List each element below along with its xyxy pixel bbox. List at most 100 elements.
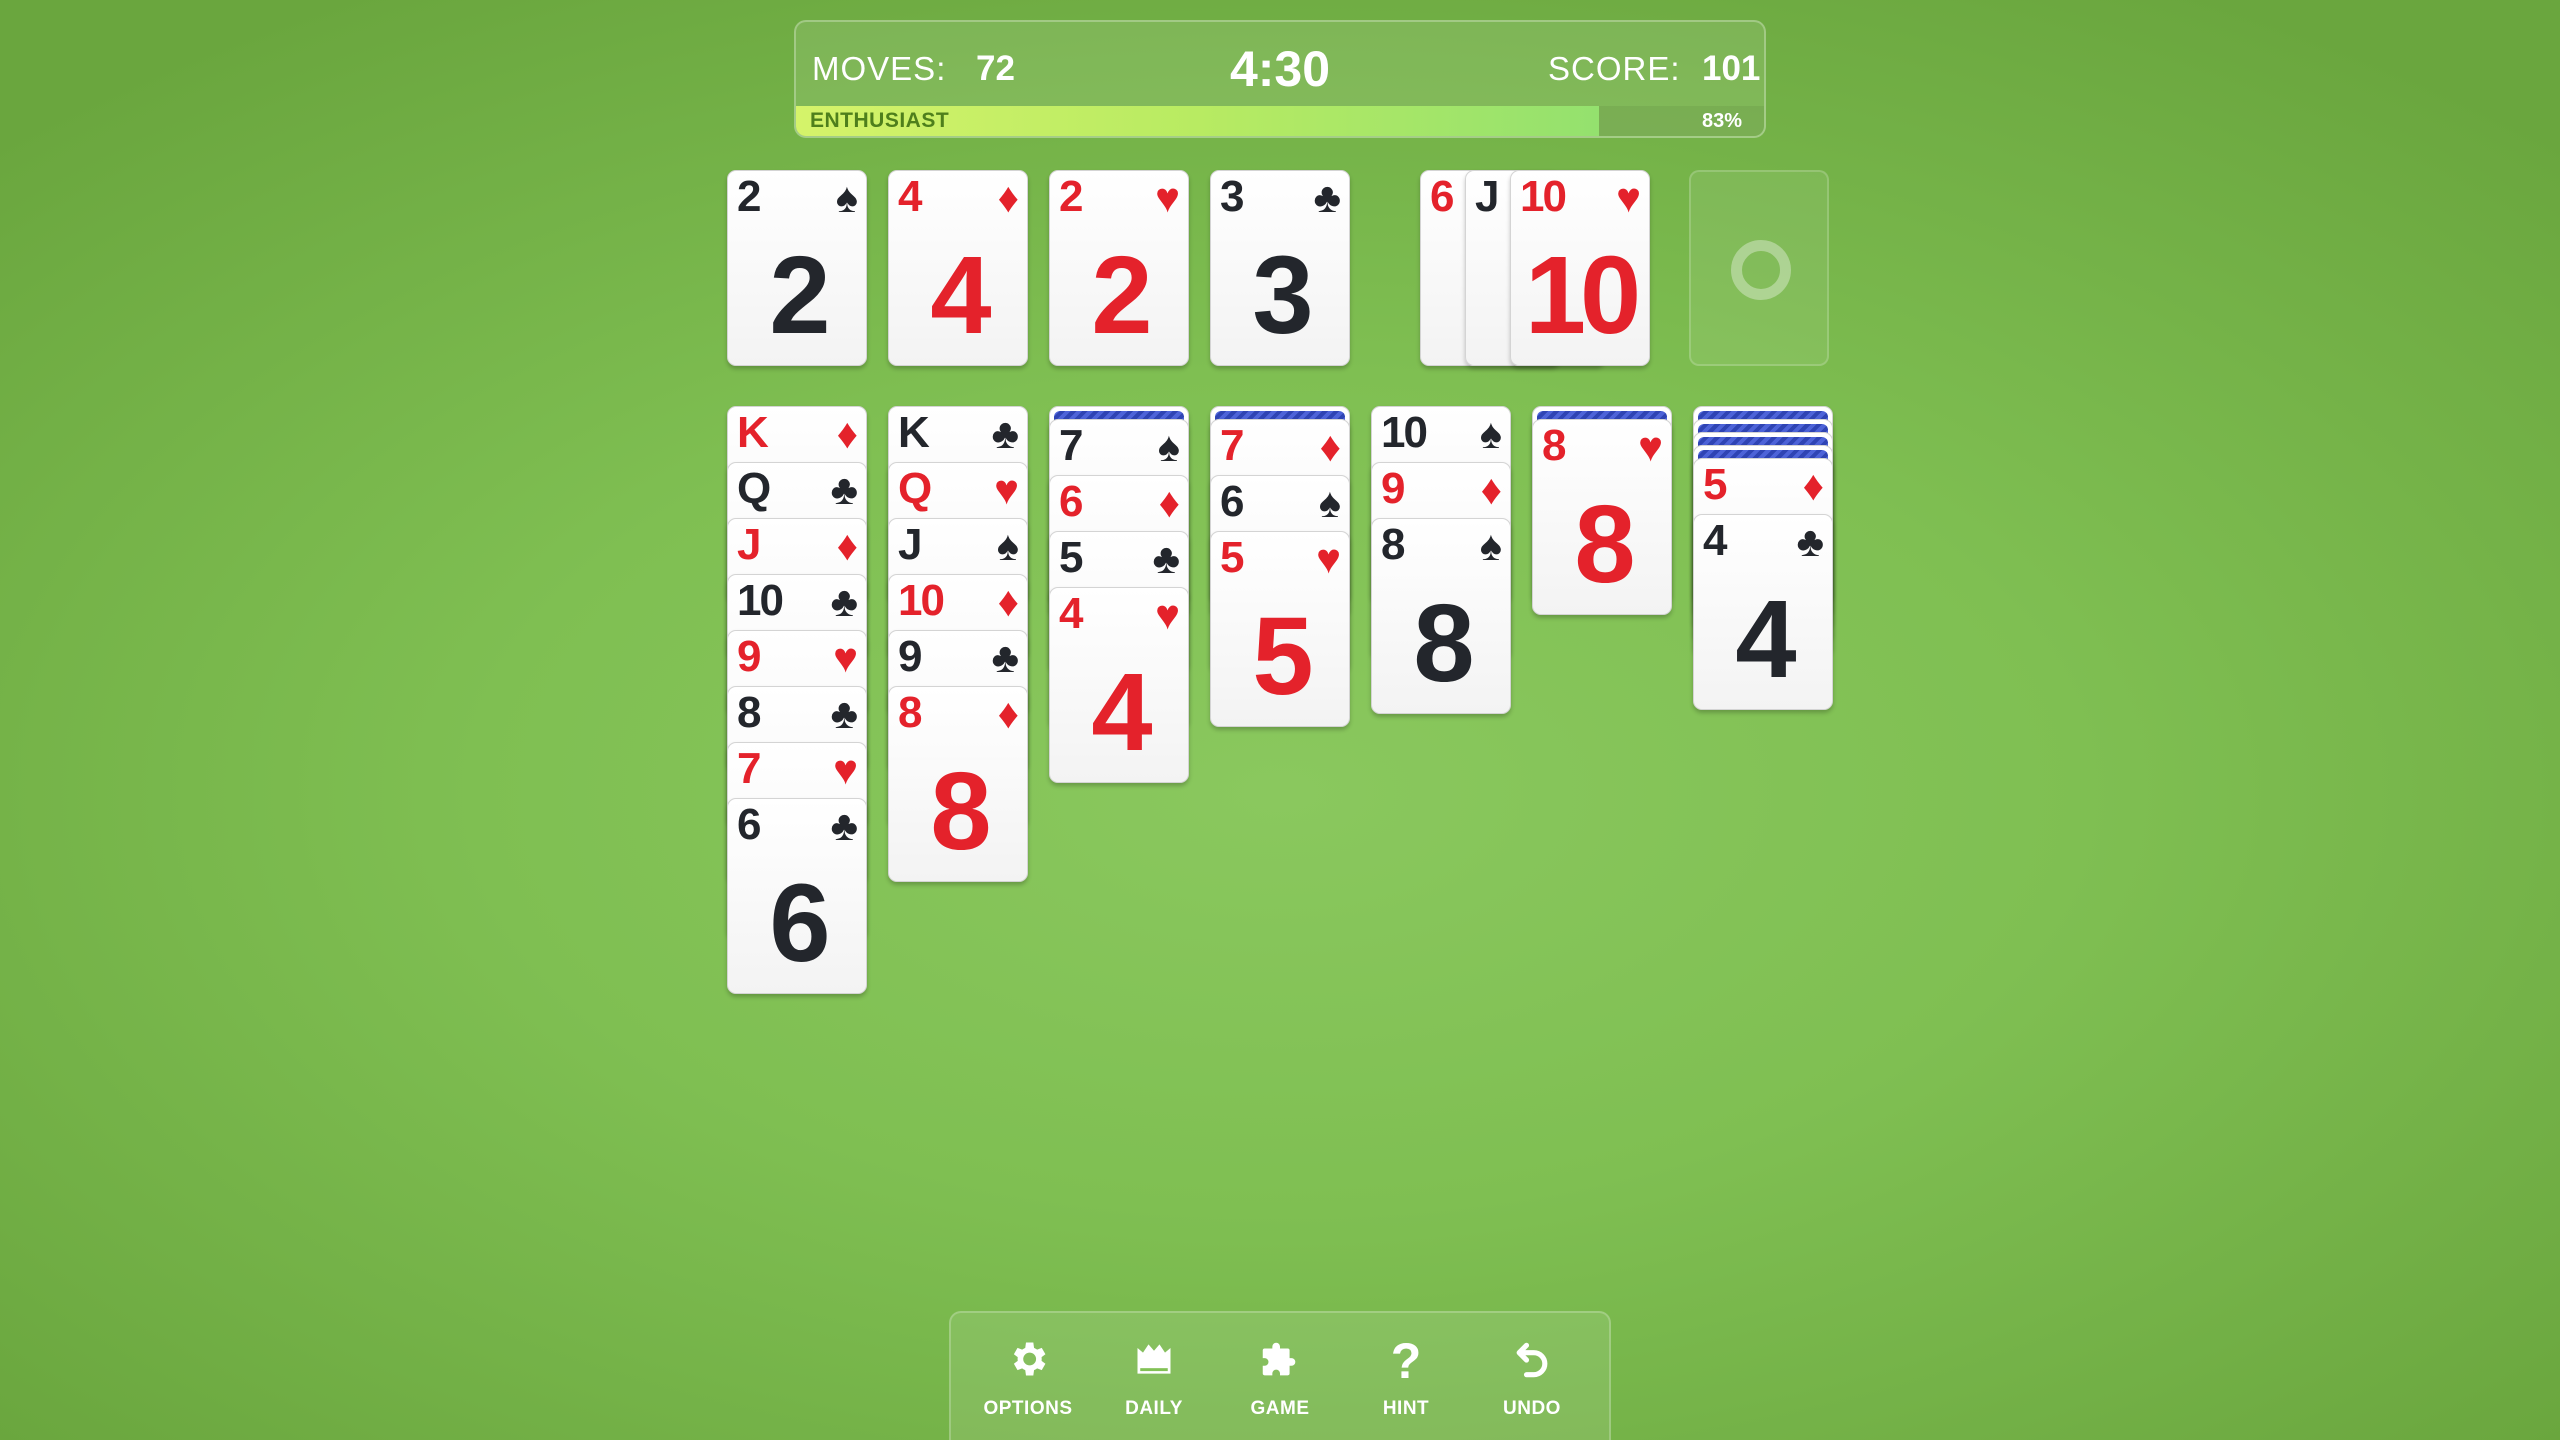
card-suit-icon: ♦ bbox=[1319, 423, 1341, 470]
tableau-card[interactable]: 4 ♣ 4 bbox=[1693, 514, 1833, 710]
card-suit-icon: ♥ bbox=[1638, 423, 1663, 470]
card-suit-icon: ♠ bbox=[1479, 522, 1502, 569]
tableau-card[interactable]: 6 ♣ 6 bbox=[727, 798, 867, 994]
crown-calendar-icon bbox=[1094, 1337, 1214, 1389]
undo-icon bbox=[1472, 1337, 1592, 1389]
undo-button[interactable]: UNDO bbox=[1472, 1313, 1592, 1440]
card-suit-icon: ♠ bbox=[1479, 410, 1502, 457]
foundation-card[interactable]: 2 ♥ 2 bbox=[1049, 170, 1189, 366]
card-suit-icon: ♦ bbox=[1480, 466, 1502, 513]
card-rank: 4 bbox=[1703, 516, 1728, 565]
card-suit-icon: ♥ bbox=[833, 634, 858, 681]
card-rank: J bbox=[1475, 172, 1500, 221]
card-suit-icon: ♥ bbox=[1616, 174, 1641, 221]
daily-button[interactable]: DAILY bbox=[1094, 1313, 1214, 1440]
options-button[interactable]: OPTIONS bbox=[968, 1313, 1088, 1440]
bottom-toolbar: OPTIONS DAILY GAME ? HINT UNDO bbox=[949, 1311, 1611, 1440]
card-suit-icon: ♦ bbox=[1802, 462, 1824, 509]
foundation-card[interactable]: 4 ♦ 4 bbox=[888, 170, 1028, 366]
card-center-rank: 5 bbox=[1252, 595, 1313, 718]
card-suit-icon: ♠ bbox=[1318, 479, 1341, 526]
card-suit-icon: ♠ bbox=[1157, 423, 1180, 470]
game-button[interactable]: GAME bbox=[1220, 1313, 1340, 1440]
card-rank: 8 bbox=[1381, 520, 1406, 569]
card-suit-icon: ♦ bbox=[997, 578, 1019, 625]
card-rank: Q bbox=[898, 464, 932, 513]
card-suit-icon: ♣ bbox=[1152, 535, 1180, 582]
card-rank: 8 bbox=[1542, 421, 1567, 470]
score-value: 101 bbox=[1702, 49, 1761, 88]
card-center-rank: 10 bbox=[1524, 234, 1641, 357]
card-rank: 5 bbox=[1220, 533, 1245, 582]
card-center-rank: 8 bbox=[1574, 483, 1635, 606]
card-suit-icon: ♥ bbox=[994, 466, 1019, 513]
card-center-rank: 3 bbox=[1252, 234, 1313, 357]
tableau-card[interactable]: 5 ♥ 5 bbox=[1210, 531, 1350, 727]
card-rank: K bbox=[898, 408, 930, 457]
card-rank: J bbox=[737, 520, 762, 569]
tableau-card[interactable]: 8 ♠ 8 bbox=[1371, 518, 1511, 714]
card-suit-icon: ♠ bbox=[835, 174, 858, 221]
card-suit-icon: ♣ bbox=[830, 802, 858, 849]
card-center-rank: 4 bbox=[1091, 651, 1152, 774]
card-rank: 6 bbox=[1430, 172, 1455, 221]
card-rank: 3 bbox=[1220, 172, 1245, 221]
card-suit-icon: ♠ bbox=[996, 522, 1019, 569]
card-suit-icon: ♥ bbox=[1155, 591, 1180, 638]
card-rank: 7 bbox=[737, 744, 762, 793]
card-suit-icon: ♥ bbox=[833, 746, 858, 793]
card-rank: 9 bbox=[898, 632, 923, 681]
options-label: OPTIONS bbox=[983, 1398, 1073, 1419]
card-rank: Q bbox=[737, 464, 771, 513]
score-label: SCORE: bbox=[1548, 50, 1681, 87]
foundation-card[interactable]: 2 ♠ 2 bbox=[727, 170, 867, 366]
card-rank: 6 bbox=[1059, 477, 1084, 526]
hint-label: HINT bbox=[1382, 1398, 1430, 1419]
card-suit-icon: ♦ bbox=[997, 174, 1019, 221]
card-rank: 10 bbox=[898, 576, 945, 625]
card-center-rank: 2 bbox=[1091, 234, 1152, 357]
card-center-rank: 6 bbox=[769, 862, 830, 985]
question-icon: ? bbox=[1390, 1333, 1422, 1389]
card-suit-icon: ♦ bbox=[997, 690, 1019, 737]
card-rank: K bbox=[737, 408, 769, 457]
tableau-card[interactable]: 4 ♥ 4 bbox=[1049, 587, 1189, 783]
card-suit-icon: ♦ bbox=[836, 522, 858, 569]
hint-button[interactable]: ? HINT bbox=[1346, 1313, 1466, 1440]
card-rank: 2 bbox=[737, 172, 762, 221]
rank-progress-bar: ENTHUSIAST 83% bbox=[796, 106, 1764, 136]
card-rank: 7 bbox=[1220, 421, 1245, 470]
card-center-rank: 4 bbox=[1735, 578, 1796, 701]
card-rank: 4 bbox=[898, 172, 923, 221]
card-suit-icon: ♦ bbox=[1158, 479, 1180, 526]
card-center-rank: 8 bbox=[1413, 582, 1474, 705]
card-suit-icon: ♥ bbox=[1155, 174, 1180, 221]
card-center-rank: 2 bbox=[769, 234, 830, 357]
card-suit-icon: ♣ bbox=[1796, 518, 1824, 565]
card-rank: 9 bbox=[1381, 464, 1406, 513]
tableau-card[interactable]: 8 ♥ 8 bbox=[1532, 419, 1672, 615]
game-label: GAME bbox=[1250, 1398, 1310, 1419]
puzzle-icon bbox=[1220, 1337, 1340, 1389]
card-rank: 10 bbox=[737, 576, 784, 625]
game-hud: MOVES: 72 4:30 SCORE: 101 ENTHUSIAST 83% bbox=[794, 20, 1766, 138]
undo-label: UNDO bbox=[1503, 1398, 1561, 1419]
card-rank: 5 bbox=[1059, 533, 1084, 582]
card-center-rank: 8 bbox=[930, 750, 991, 873]
card-rank: 6 bbox=[1220, 477, 1245, 526]
gear-icon bbox=[968, 1337, 1088, 1389]
card-rank: 8 bbox=[898, 688, 923, 737]
stock-pile-empty[interactable] bbox=[1689, 170, 1829, 366]
card-suit-icon: ♣ bbox=[830, 690, 858, 737]
card-rank: 10 bbox=[1381, 408, 1428, 457]
card-suit-icon: ♣ bbox=[991, 410, 1019, 457]
card-rank: 6 bbox=[737, 800, 762, 849]
waste-card[interactable]: 10 ♥ 10 bbox=[1510, 170, 1650, 366]
card-suit-icon: ♥ bbox=[1316, 535, 1341, 582]
card-rank: 7 bbox=[1059, 421, 1084, 470]
tableau-card[interactable]: 8 ♦ 8 bbox=[888, 686, 1028, 882]
rank-label: ENTHUSIAST bbox=[810, 109, 950, 132]
foundation-card[interactable]: 3 ♣ 3 bbox=[1210, 170, 1350, 366]
card-rank: 5 bbox=[1703, 460, 1728, 509]
card-rank: 8 bbox=[737, 688, 762, 737]
